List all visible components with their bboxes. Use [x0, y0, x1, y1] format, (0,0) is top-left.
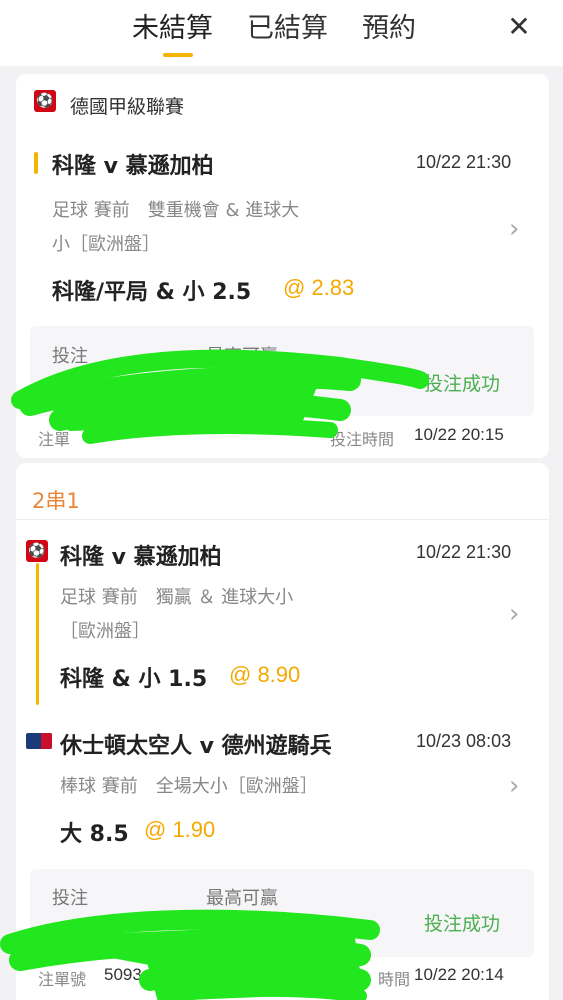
parlay-type: 2串1	[32, 489, 80, 513]
leg2-selection: 大 8.5	[60, 822, 129, 847]
chevron-right-icon[interactable]: ›	[509, 771, 519, 801]
slip-number-label: 注單號	[38, 970, 87, 989]
bet-time: 10/22 20:14	[414, 965, 504, 984]
leg1-match-time: 10/22 21:30	[416, 542, 512, 562]
tab-list: 未結算 已結算 預約	[132, 12, 450, 52]
leg1-description-line2: ［歐洲盤］	[60, 621, 150, 642]
selection: 科隆/平局 & 小 2.5	[52, 280, 252, 305]
tab-unsettled[interactable]: 未結算	[132, 12, 213, 52]
divider	[16, 519, 549, 520]
bet-time-label: 投注時間	[330, 430, 395, 449]
max-win-label: 最高可贏	[206, 888, 278, 909]
league-name: 德國甲級聯賽	[70, 96, 185, 118]
match-title: 科隆 v 慕遜加柏	[52, 154, 214, 179]
leg-accent-bar	[34, 152, 38, 174]
leg1-selection: 科隆 & 小 1.5	[60, 667, 208, 692]
bet-description-line1: 足球 賽前 雙重機會 & 進球大	[52, 200, 300, 221]
bet-card-single: ⚽ 德國甲級聯賽 科隆 v 慕遜加柏 10/22 21:30 足球 賽前 雙重機…	[16, 74, 549, 458]
mlb-icon	[26, 733, 52, 749]
leg2-odds: @ 1.90	[144, 817, 216, 842]
odds: @ 2.83	[283, 275, 355, 300]
leg-connector-line	[36, 563, 39, 705]
leg2-match-title: 休士頓太空人 v 德州遊騎兵	[60, 734, 332, 759]
max-win-label: 最高可贏	[206, 346, 278, 367]
tab-reserved[interactable]: 預約	[362, 12, 416, 52]
active-tab-indicator	[163, 53, 193, 57]
close-icon[interactable]: ✕	[504, 12, 534, 42]
stake-label: 投注	[52, 346, 88, 367]
chevron-right-icon[interactable]: ›	[509, 599, 519, 629]
bet-description-line2: 小［歐洲盤］	[52, 234, 160, 255]
chevron-right-icon[interactable]: ›	[509, 214, 519, 244]
bet-time: 10/22 20:15	[414, 425, 504, 444]
bet-status: 投注成功	[424, 913, 501, 935]
slip-number-label: 注單	[38, 430, 71, 449]
slip-number-partial: 5093	[104, 965, 142, 984]
stake-label: 投注	[52, 888, 88, 909]
leg2-match-time: 10/23 08:03	[416, 731, 512, 751]
leg1-match-title: 科隆 v 慕遜加柏	[60, 545, 222, 570]
bet-card-parlay: 2串1 ⚽ 科隆 v 慕遜加柏 10/22 21:30 足球 賽前 獨贏 ＆ 進…	[16, 463, 549, 1000]
match-time: 10/22 21:30	[416, 152, 512, 172]
leg2-description: 棒球 賽前 全場大小［歐洲盤］	[60, 776, 318, 797]
leg1-description-line1: 足球 賽前 獨贏 ＆ 進球大小	[60, 587, 294, 608]
bundesliga-icon: ⚽	[26, 540, 48, 562]
tab-settled[interactable]: 已結算	[247, 12, 328, 52]
leg1-odds: @ 8.90	[229, 662, 301, 687]
top-tab-bar: 未結算 已結算 預約 ✕	[0, 0, 563, 66]
bundesliga-icon: ⚽	[34, 90, 56, 112]
bet-status: 投注成功	[424, 373, 501, 395]
bet-time-label: 時間	[378, 970, 411, 989]
